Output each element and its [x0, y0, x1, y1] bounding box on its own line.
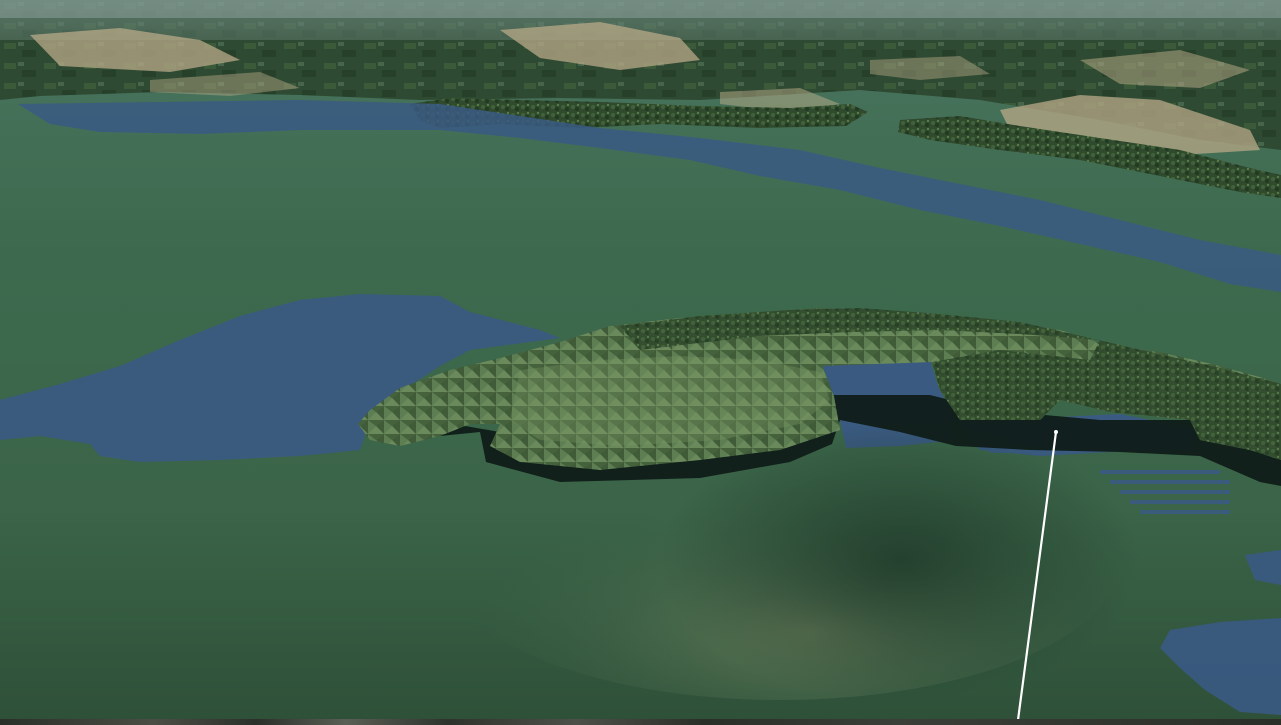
- viewport-bottom-edge: [0, 719, 1281, 725]
- terrain-scene[interactable]: [0, 0, 1281, 725]
- trace-origin-marker: [1054, 430, 1058, 434]
- top-haze-veil: [0, 0, 1281, 18]
- terrain-viewport[interactable]: [0, 0, 1281, 725]
